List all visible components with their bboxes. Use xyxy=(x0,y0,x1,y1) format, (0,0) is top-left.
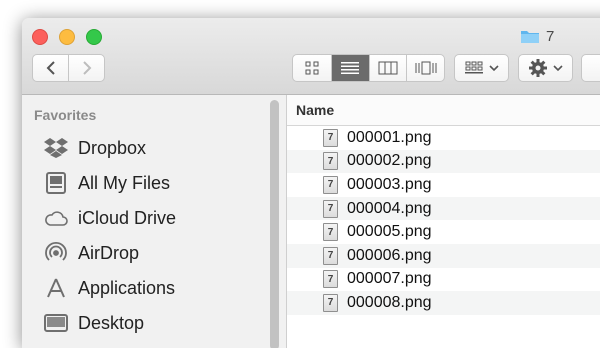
window-title-text: 7 xyxy=(546,27,555,45)
table-row[interactable]: 7 000005.png xyxy=(287,220,600,244)
file-rows: 7 000001.png 7 000002.png 7 000003.png 7 000… xyxy=(287,126,600,315)
folder-icon xyxy=(520,28,540,44)
file-name: 000006.png xyxy=(347,246,432,264)
arrange-grid-icon xyxy=(464,61,483,74)
chevron-left-icon xyxy=(46,61,55,75)
dropbox-icon xyxy=(44,136,68,160)
table-row[interactable]: 7 000001.png xyxy=(287,126,600,150)
name-column-header[interactable]: Name xyxy=(287,95,600,126)
column-view-button[interactable] xyxy=(368,55,407,81)
sidebar-item-applications[interactable]: Applications xyxy=(44,273,175,303)
sidebar-item-label: Dropbox xyxy=(78,137,147,158)
list-view-button[interactable] xyxy=(330,55,369,81)
toolbar: 7 xyxy=(22,18,600,95)
png-file-icon: 7 xyxy=(323,270,338,289)
coverflow-view-icon xyxy=(415,61,437,75)
png-file-icon: 7 xyxy=(323,152,338,171)
close-button[interactable] xyxy=(32,29,48,45)
png-file-icon: 7 xyxy=(323,246,338,265)
gear-icon xyxy=(528,59,547,77)
cloud-icon xyxy=(44,206,68,230)
file-name: 000007.png xyxy=(347,270,432,288)
sidebar-item-icloud-drive[interactable]: iCloud Drive xyxy=(44,203,176,233)
finder-window: 7 Favorites Dropbox All My Files iCloud … xyxy=(22,18,600,348)
list-view-icon xyxy=(341,62,360,74)
file-list: Name 7 000001.png 7 000002.png 7 000003.png… xyxy=(287,95,600,348)
sidebar: Favorites Dropbox All My Files iCloud Dr… xyxy=(22,95,287,348)
file-name: 000003.png xyxy=(347,175,432,193)
view-mode-selector xyxy=(292,54,445,82)
sidebar-item-label: Applications xyxy=(78,277,176,298)
airdrop-icon xyxy=(44,241,68,265)
maximize-button[interactable] xyxy=(86,29,102,45)
all-files-icon xyxy=(44,171,68,195)
file-name: 000005.png xyxy=(347,223,432,241)
sidebar-item-airdrop[interactable]: AirDrop xyxy=(44,238,139,268)
window-title: 7 xyxy=(520,26,554,46)
navigation-buttons xyxy=(32,54,105,82)
chevron-right-icon xyxy=(82,61,91,75)
png-file-icon: 7 xyxy=(323,199,338,218)
sidebar-scrollbar[interactable] xyxy=(270,100,279,348)
sidebar-item-label: Desktop xyxy=(78,312,145,333)
chevron-down-icon xyxy=(552,65,563,72)
sidebar-item-all-my-files[interactable]: All My Files xyxy=(44,168,170,198)
desktop-icon xyxy=(44,311,68,335)
sidebar-item-label: iCloud Drive xyxy=(78,207,177,228)
table-row[interactable]: 7 000008.png xyxy=(287,291,600,315)
file-name: 000001.png xyxy=(347,128,432,146)
file-name: 000002.png xyxy=(347,152,432,170)
sidebar-item-label: AirDrop xyxy=(78,242,140,263)
back-button[interactable] xyxy=(33,55,68,81)
table-row[interactable]: 7 000003.png xyxy=(287,173,600,197)
column-view-icon xyxy=(378,61,398,75)
arrange-button[interactable] xyxy=(454,54,509,82)
forward-button[interactable] xyxy=(68,55,104,81)
table-row[interactable]: 7 000002.png xyxy=(287,149,600,174)
chevron-down-icon xyxy=(488,65,499,72)
sidebar-heading: Favorites xyxy=(34,107,97,123)
table-row[interactable]: 7 000004.png xyxy=(287,196,600,221)
sidebar-item-desktop[interactable]: Desktop xyxy=(44,308,144,338)
file-name: 000008.png xyxy=(347,293,432,311)
png-file-icon: 7 xyxy=(323,128,338,147)
sidebar-item-dropbox[interactable]: Dropbox xyxy=(44,133,146,163)
file-name: 000004.png xyxy=(347,199,432,217)
png-file-icon: 7 xyxy=(323,293,338,312)
icon-view-button[interactable] xyxy=(293,55,331,81)
share-button[interactable] xyxy=(581,54,600,82)
sidebar-item-label: All My Files xyxy=(78,172,171,193)
minimize-button[interactable] xyxy=(59,29,75,45)
table-row[interactable]: 7 000006.png xyxy=(287,243,600,268)
column-header-label: Name xyxy=(296,102,335,118)
table-row[interactable]: 7 000007.png xyxy=(287,268,600,292)
applications-icon xyxy=(44,276,68,300)
png-file-icon: 7 xyxy=(323,175,338,194)
icon-view-icon xyxy=(305,61,319,75)
action-button[interactable] xyxy=(518,54,573,82)
png-file-icon: 7 xyxy=(323,223,338,242)
coverflow-view-button[interactable] xyxy=(406,55,444,81)
